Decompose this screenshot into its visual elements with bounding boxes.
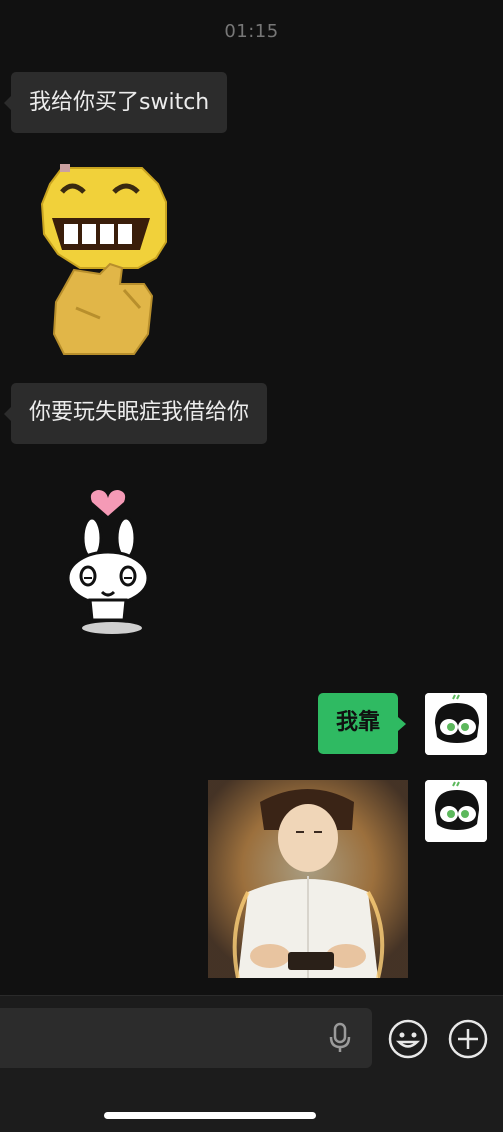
glowing-person-photo-icon bbox=[208, 780, 408, 978]
laughing-emoji-sticker[interactable] bbox=[40, 158, 172, 358]
outgoing-image-message[interactable] bbox=[208, 780, 408, 978]
home-indicator bbox=[104, 1112, 316, 1119]
avatar[interactable] bbox=[425, 693, 487, 755]
cartoon-girl-avatar-icon bbox=[425, 780, 487, 842]
emoji-icon[interactable] bbox=[387, 1018, 429, 1060]
plus-icon[interactable] bbox=[447, 1018, 489, 1060]
incoming-message-bubble[interactable]: 你要玩失眠症我借给你 bbox=[3, 383, 268, 444]
chat-timestamp: 01:15 bbox=[224, 21, 279, 42]
incoming-message-bubble[interactable]: 我给你买了switch bbox=[3, 72, 228, 133]
bunny-heart-icon bbox=[66, 490, 150, 634]
laughing-emoji-icon bbox=[40, 164, 167, 355]
outgoing-message-bubble[interactable]: 我靠 bbox=[318, 693, 407, 754]
avatar[interactable] bbox=[425, 780, 487, 842]
bunny-heart-sticker[interactable] bbox=[62, 488, 154, 636]
microphone-icon[interactable] bbox=[326, 1022, 354, 1054]
cartoon-girl-avatar-icon bbox=[425, 693, 487, 755]
message-input[interactable] bbox=[0, 1008, 372, 1068]
chat-input-bar bbox=[0, 995, 503, 1132]
